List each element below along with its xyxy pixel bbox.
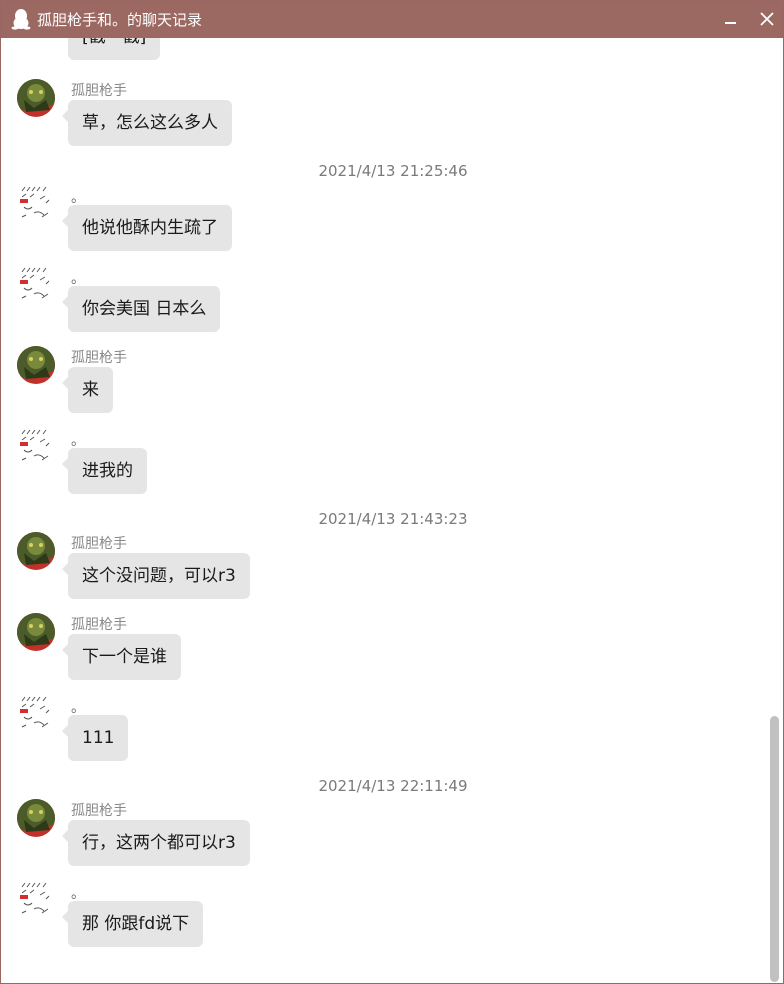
- chat-history-window: 孤胆枪手和。的聊天记录 [戳一戳]: [0, 0, 784, 984]
- message-bubble[interactable]: 进我的: [62, 448, 147, 494]
- message-bubble[interactable]: 草，怎么这么多人: [62, 100, 232, 146]
- timestamp: 2021/4/13 21:43:23: [318, 510, 468, 528]
- avatar[interactable]: [16, 426, 56, 466]
- avatar[interactable]: [16, 798, 56, 838]
- avatar[interactable]: [16, 693, 56, 733]
- avatar[interactable]: [16, 879, 56, 919]
- avatar[interactable]: [16, 345, 56, 385]
- window-title: 孤胆枪手和。的聊天记录: [37, 11, 203, 29]
- avatar[interactable]: [16, 612, 56, 652]
- sender-name: 孤胆枪手: [71, 617, 127, 633]
- message-bubble[interactable]: 111: [61, 715, 129, 761]
- sender-name: 。: [71, 433, 85, 449]
- message-bubble[interactable]: 下一个是谁: [62, 634, 181, 680]
- sender-name: 。: [71, 271, 85, 287]
- qq-penguin-icon: [11, 8, 31, 30]
- minimize-icon: [725, 22, 736, 24]
- message-bubble[interactable]: 来: [62, 367, 113, 413]
- message-bubble[interactable]: 他说他酥内生疏了: [62, 205, 232, 251]
- avatar[interactable]: [16, 183, 56, 223]
- close-button[interactable]: [749, 1, 783, 38]
- avatar[interactable]: [16, 531, 56, 571]
- scrollbar-thumb[interactable]: [770, 716, 779, 982]
- message-bubble[interactable]: 你会美国 日本么: [61, 286, 221, 332]
- message-bubble[interactable]: 那 你跟fd说下: [61, 901, 204, 947]
- message-bubble[interactable]: 这个没问题，可以r3: [62, 553, 250, 599]
- sender-name: 孤胆枪手: [71, 536, 127, 552]
- timestamp: 2021/4/13 21:25:46: [318, 162, 468, 180]
- avatar[interactable]: [16, 78, 56, 118]
- message-bubble[interactable]: [戳一戳]: [68, 38, 161, 60]
- sender-name: 孤胆枪手: [71, 83, 127, 99]
- title-bar[interactable]: 孤胆枪手和。的聊天记录: [1, 1, 783, 38]
- sender-name: 。: [71, 886, 85, 902]
- timestamp: 2021/4/13 22:11:49: [318, 777, 468, 795]
- sender-name: 孤胆枪手: [71, 350, 127, 366]
- chat-message-list[interactable]: [戳一戳] 孤胆枪手 草，怎么这么多人: [1, 38, 767, 983]
- sender-name: 。: [71, 700, 85, 716]
- sender-name: 。: [71, 190, 85, 206]
- minimize-button[interactable]: [713, 1, 749, 38]
- close-icon: [760, 12, 774, 26]
- avatar[interactable]: [16, 264, 56, 304]
- vertical-scrollbar[interactable]: [767, 38, 783, 983]
- sender-name: 孤胆枪手: [71, 803, 127, 819]
- message-bubble[interactable]: 行，这两个都可以r3: [62, 820, 250, 866]
